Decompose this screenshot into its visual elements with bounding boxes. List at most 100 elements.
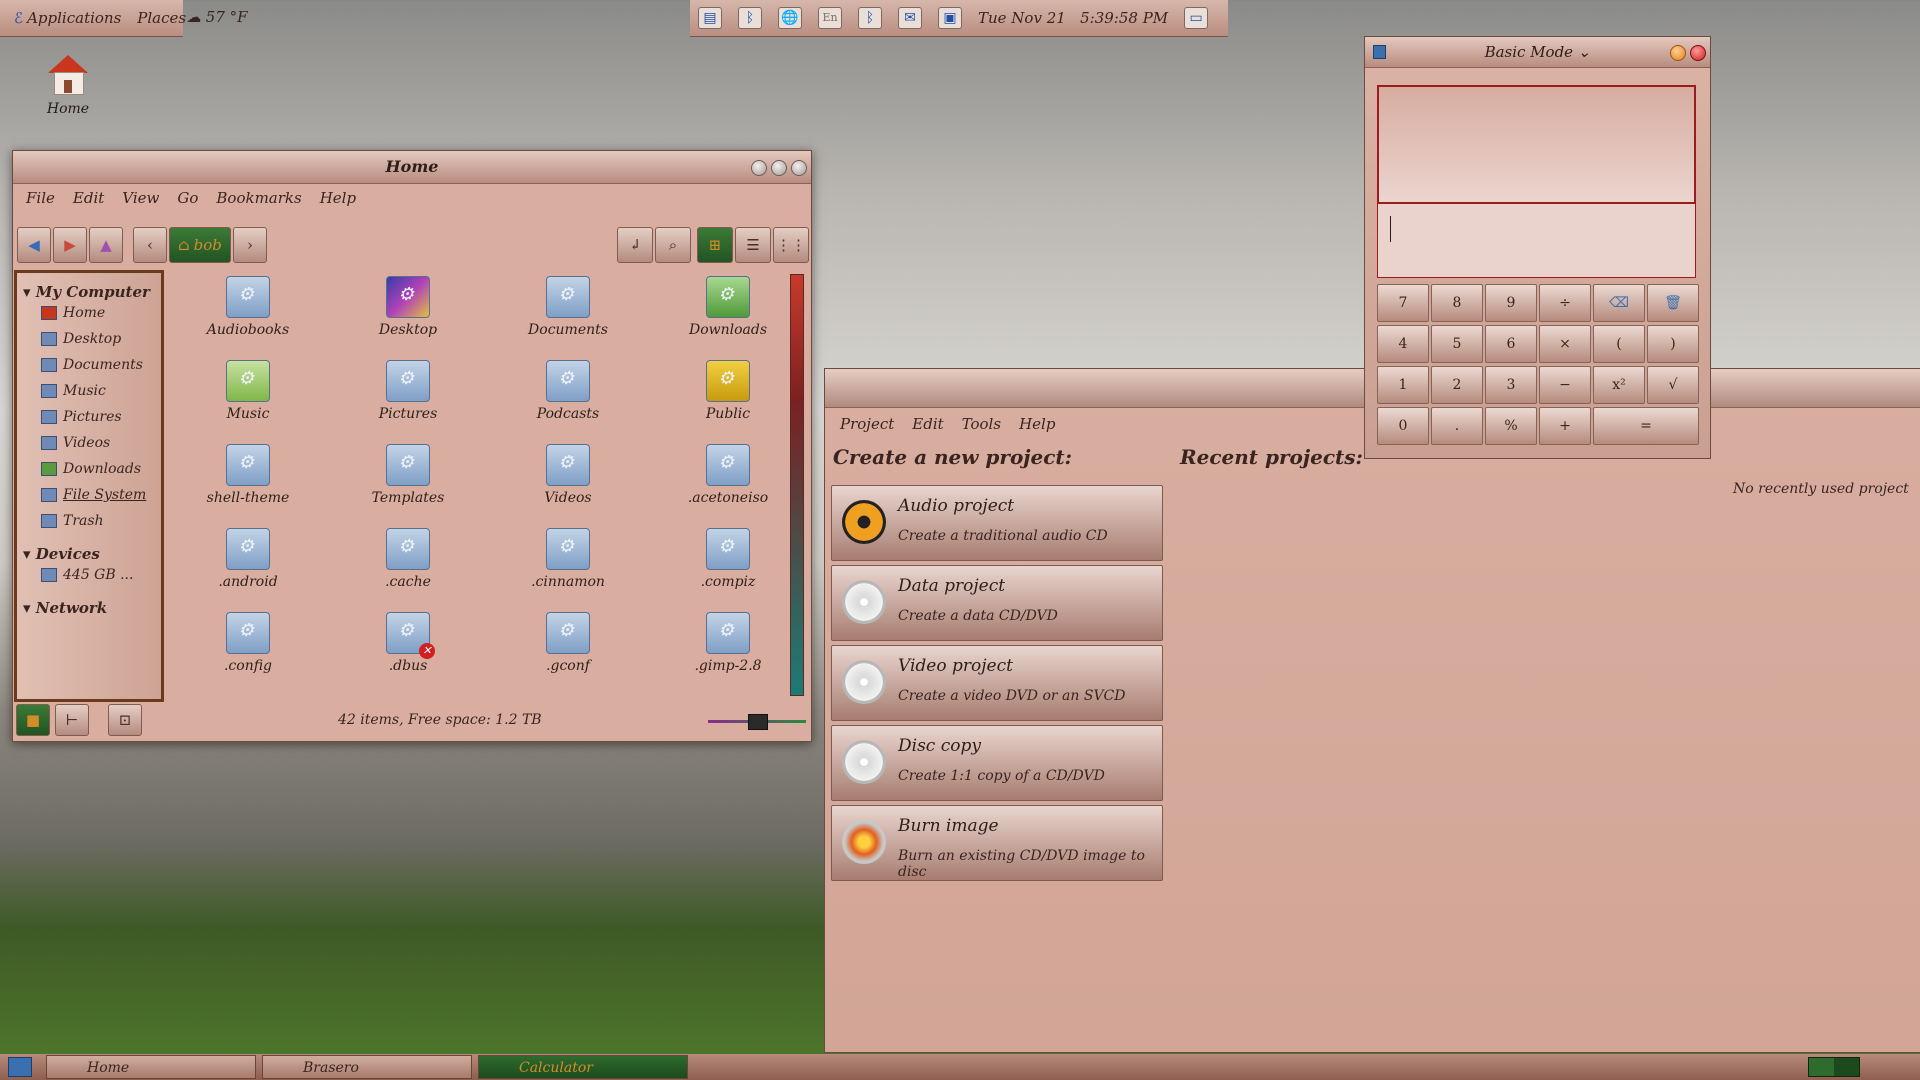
menu-project[interactable]: Project [840, 415, 894, 433]
key-square[interactable]: x² [1593, 366, 1645, 404]
key-equals[interactable]: = [1593, 407, 1699, 445]
show-desktop-icon[interactable] [8, 1057, 32, 1077]
sidebar-my-computer-header[interactable]: ▾ My Computer [17, 273, 161, 301]
menu-edit[interactable]: Edit [73, 189, 104, 207]
file-grid-scrollbar[interactable] [790, 274, 804, 696]
key-7[interactable]: 7 [1377, 284, 1429, 322]
file-item[interactable]: .android [168, 522, 328, 606]
sidebar-item-desktop[interactable]: Desktop [17, 327, 161, 353]
key-decimal[interactable]: . [1431, 407, 1483, 445]
key-5[interactable]: 5 [1431, 325, 1483, 363]
file-item[interactable]: shell-theme [168, 438, 328, 522]
file-item[interactable]: Music [168, 354, 328, 438]
file-item[interactable]: Documents [488, 270, 648, 354]
key-3[interactable]: 3 [1485, 366, 1537, 404]
key-4[interactable]: 4 [1377, 325, 1429, 363]
menu-tools[interactable]: Tools [962, 415, 1001, 433]
zoom-slider[interactable] [708, 714, 806, 730]
file-item[interactable]: Podcasts [488, 354, 648, 438]
sidebar-item-documents[interactable]: Documents [17, 353, 161, 379]
close-button[interactable] [791, 160, 807, 176]
sidebar-item-downloads[interactable]: Downloads [17, 457, 161, 483]
show-places-button[interactable]: ■ [16, 704, 50, 736]
key-backspace[interactable]: ⌫ [1593, 284, 1645, 322]
key-6[interactable]: 6 [1485, 325, 1537, 363]
sidebar-item-music[interactable]: Music [17, 379, 161, 405]
sidebar-item-device[interactable]: 445 GB ... [17, 563, 161, 589]
key-1[interactable]: 1 [1377, 366, 1429, 404]
calculator-titlebar[interactable]: Basic Mode ⌄ [1365, 37, 1710, 68]
file-item[interactable]: Downloads [648, 270, 808, 354]
file-item[interactable]: Templates [328, 438, 488, 522]
list-view-button[interactable]: ☰ [735, 227, 771, 263]
file-item[interactable]: Audiobooks [168, 270, 328, 354]
key-subtract[interactable]: − [1539, 366, 1591, 404]
video-project-button[interactable]: Video project Create a video DVD or an S… [831, 645, 1163, 721]
file-item[interactable]: .cache [328, 522, 488, 606]
minimize-button[interactable] [751, 160, 767, 176]
keyboard-layout-icon[interactable]: En [818, 7, 842, 29]
file-manager-titlebar[interactable]: Home [13, 151, 811, 184]
key-0[interactable]: 0 [1377, 407, 1429, 445]
calculator-mode-title[interactable]: Basic Mode [1485, 43, 1574, 61]
weather-applet[interactable]: ☁ 57 °F [186, 8, 248, 26]
file-item[interactable]: Pictures [328, 354, 488, 438]
path-bob-button[interactable]: ⌂ bob [169, 227, 231, 263]
applications-menu[interactable]: ℰ Applications [8, 9, 121, 27]
clock[interactable]: Tue Nov 21 5:39:58 PM [978, 9, 1168, 27]
file-item[interactable]: .gimp-2.8 [648, 606, 808, 690]
forward-button[interactable]: ▶ [53, 227, 87, 263]
key-multiply[interactable]: × [1539, 325, 1591, 363]
sidebar-network-header[interactable]: ▾ Network [17, 589, 161, 617]
sidebar-item-home[interactable]: Home [17, 301, 161, 327]
places-menu[interactable]: Places [137, 9, 186, 27]
file-item[interactable]: Desktop [328, 270, 488, 354]
key-sqrt[interactable]: √ [1647, 366, 1699, 404]
menu-edit[interactable]: Edit [912, 415, 943, 433]
key-percent[interactable]: % [1485, 407, 1537, 445]
up-button[interactable]: ▲ [89, 227, 123, 263]
network-icon[interactable]: 🌐 [778, 7, 802, 29]
key-add[interactable]: + [1539, 407, 1591, 445]
key-8[interactable]: 8 [1431, 284, 1483, 322]
file-item[interactable]: Public [648, 354, 808, 438]
desktop-home-icon[interactable]: Home [40, 55, 96, 117]
menu-file[interactable]: File [26, 189, 55, 207]
zoom-slider-handle[interactable] [748, 714, 768, 730]
calculator-input-field[interactable] [1377, 203, 1696, 278]
display-icon[interactable]: ▭ [1184, 7, 1209, 29]
path-right-button[interactable]: › [233, 227, 267, 263]
mail-icon[interactable]: ✉ [898, 7, 922, 29]
menu-bookmarks[interactable]: Bookmarks [216, 189, 301, 207]
minimize-button[interactable] [1670, 45, 1686, 61]
menu-help[interactable]: Help [320, 189, 356, 207]
taskbar-item-home[interactable]: Home [46, 1055, 256, 1079]
audio-project-button[interactable]: Audio project Create a traditional audio… [831, 485, 1163, 561]
data-project-button[interactable]: Data project Create a data CD/DVD [831, 565, 1163, 641]
search-button[interactable]: ⌕ [655, 227, 691, 263]
location-toggle-button[interactable]: ↲ [617, 227, 653, 263]
sidebar-item-pictures[interactable]: Pictures [17, 405, 161, 431]
key-close-paren[interactable]: ) [1647, 325, 1699, 363]
sidebar-item-trash[interactable]: Trash [17, 509, 161, 535]
compact-view-button[interactable]: ⋮⋮ [773, 227, 809, 263]
file-item[interactable]: .acetoneiso [648, 438, 808, 522]
sidebar-devices-header[interactable]: ▾ Devices [17, 535, 161, 563]
file-item[interactable]: .config [168, 606, 328, 690]
menu-help[interactable]: Help [1019, 415, 1055, 433]
file-item[interactable]: Videos [488, 438, 648, 522]
show-tree-button[interactable]: ⊢ [55, 704, 89, 736]
burn-image-button[interactable]: Burn image Burn an existing CD/DVD image… [831, 805, 1163, 881]
file-item[interactable]: .compiz [648, 522, 808, 606]
path-left-button[interactable]: ‹ [133, 227, 167, 263]
file-item[interactable]: ✕.dbus [328, 606, 488, 690]
file-item[interactable]: .gconf [488, 606, 648, 690]
workspace-switcher[interactable] [1808, 1057, 1860, 1077]
key-open-paren[interactable]: ( [1593, 325, 1645, 363]
network-monitor-icon[interactable]: ▣ [938, 7, 962, 29]
icon-view-button[interactable]: ⊞ [697, 227, 733, 263]
bluetooth-icon[interactable]: ᛒ [738, 7, 762, 29]
menu-go[interactable]: Go [177, 189, 198, 207]
disc-copy-button[interactable]: Disc copy Create 1:1 copy of a CD/DVD [831, 725, 1163, 801]
file-item[interactable]: .cinnamon [488, 522, 648, 606]
